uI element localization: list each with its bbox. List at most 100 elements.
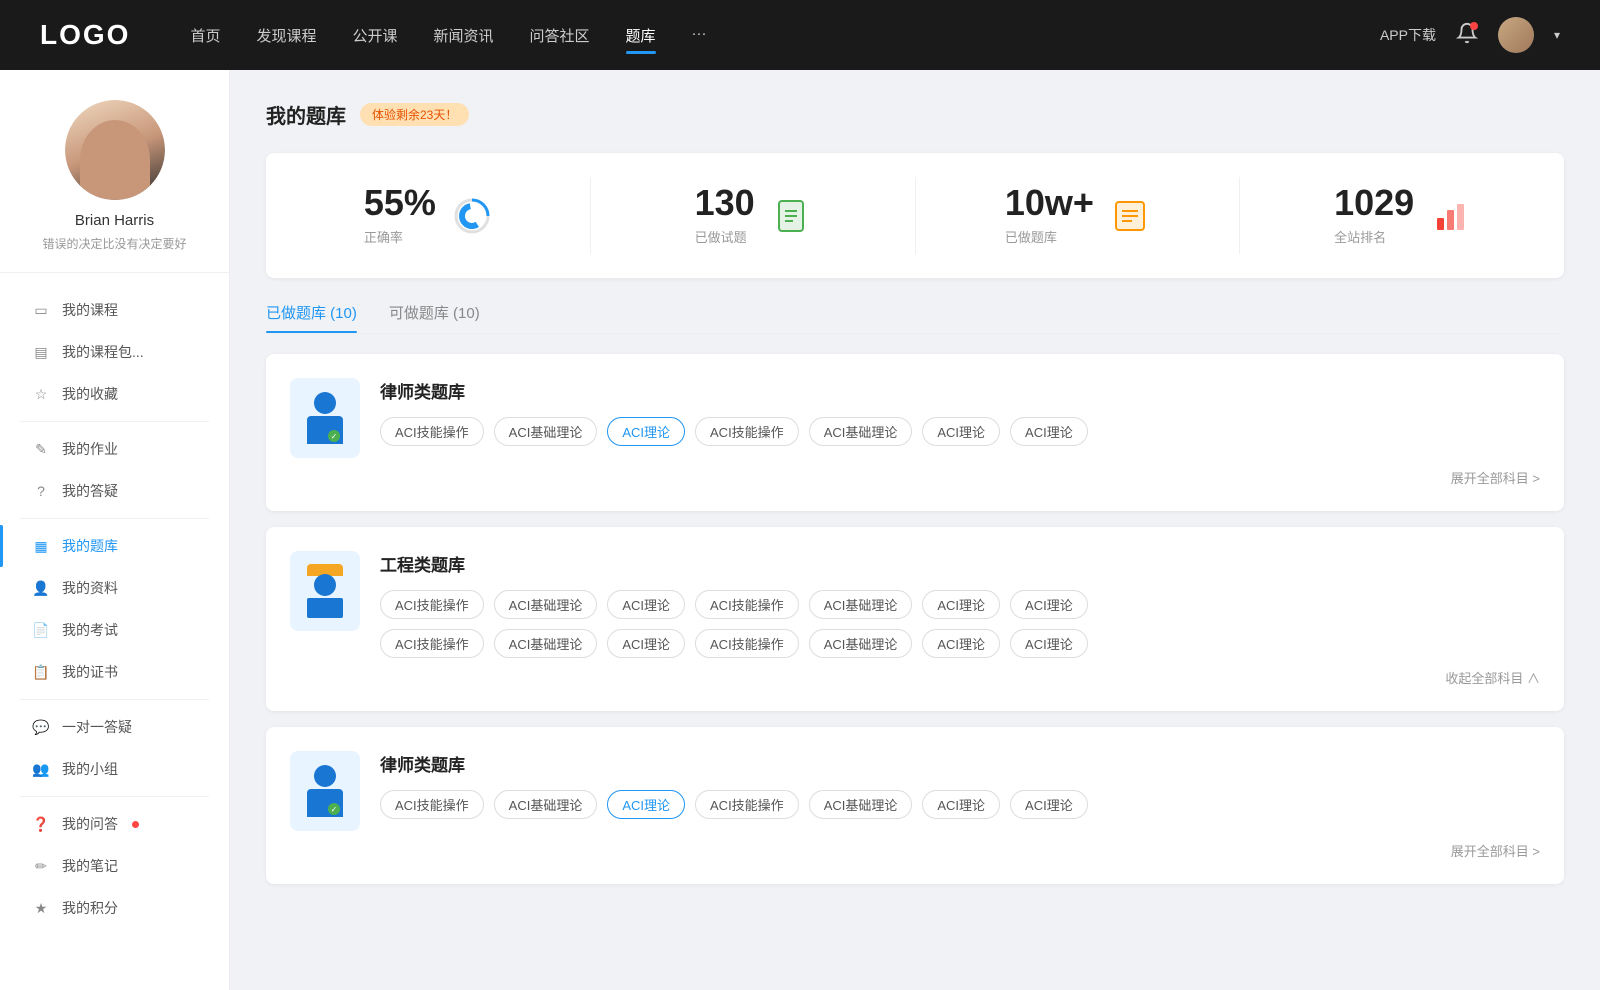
notification-dot-sidebar	[132, 821, 139, 828]
tab-可做题库 (10)[interactable]: 可做题库 (10)	[389, 302, 480, 333]
note-icon: ✏	[32, 857, 50, 875]
sidebar-item-package[interactable]: ▤ 我的课程包...	[0, 331, 229, 373]
qbank-tag[interactable]: ACI技能操作	[380, 629, 484, 658]
nav-links: 首页 发现课程 公开课 新闻资讯 问答社区 题库 ···	[190, 21, 1380, 50]
qbank-tag[interactable]: ACI基础理论	[809, 417, 913, 446]
qbank-card-0: ✓ 律师类题库 ACI技能操作ACI基础理论ACI理论ACI技能操作ACI基础理…	[266, 354, 1564, 511]
profile-avatar	[65, 100, 165, 200]
lawyer-icon: ✓	[307, 765, 343, 817]
engineer-icon	[307, 564, 343, 618]
qa-icon: ?	[32, 482, 50, 500]
stat-icon-pie	[452, 196, 492, 236]
qbank-tag[interactable]: ACI理论	[1010, 590, 1088, 619]
sidebar-menu: ▭我的课程▤我的课程包...☆我的收藏✎我的作业?我的答疑▦我的题库👤我的资料📄…	[0, 273, 229, 945]
sidebar-item-cert[interactable]: 📋我的证书	[0, 651, 229, 693]
stat-item-pie: 55% 正确率	[266, 177, 591, 254]
sidebar-item-star[interactable]: ☆我的收藏	[0, 373, 229, 415]
user-avatar[interactable]	[1498, 17, 1534, 53]
sidebar: Brian Harris 错误的决定比没有决定要好 ▭我的课程▤我的课程包...…	[0, 70, 230, 990]
expand-button[interactable]: 展开全部科目 >	[290, 468, 1540, 487]
qbank-tag[interactable]: ACI技能操作	[380, 790, 484, 819]
qbank-tag[interactable]: ACI理论	[1010, 629, 1088, 658]
sidebar-item-label: 我的答疑	[62, 481, 118, 501]
stat-text: 1029 全站排名	[1334, 185, 1414, 246]
qbank-tag[interactable]: ACI基础理论	[494, 590, 598, 619]
qbank-tag[interactable]: ACI技能操作	[695, 629, 799, 658]
sidebar-item-homework[interactable]: ✎我的作业	[0, 428, 229, 470]
sidebar-item-label: 我的考试	[62, 620, 118, 640]
qbank-tag[interactable]: ACI理论	[607, 629, 685, 658]
stat-value: 1029	[1334, 185, 1414, 221]
nav-right: APP下载 ▾	[1380, 17, 1560, 53]
page-title: 我的题库	[266, 100, 346, 129]
qbank-tags: ACI技能操作 ACI基础理论 ACI理论 ACI技能操作 ACI基础理论 ACI理论 AC…	[380, 590, 1540, 619]
stat-value: 130	[695, 185, 755, 221]
qbank-tag[interactable]: ACI基础理论	[494, 417, 598, 446]
sidebar-item-qbank[interactable]: ▦我的题库	[0, 525, 229, 567]
stat-label: 已做题库	[1005, 227, 1094, 246]
stat-value: 55%	[364, 185, 436, 221]
sidebar-item-qa[interactable]: ? 我的答疑	[0, 470, 229, 512]
sidebar-item-one-one[interactable]: 💬一对一答疑	[0, 706, 229, 748]
user-menu-chevron[interactable]: ▾	[1554, 28, 1560, 42]
tab-bar: 已做题库 (10) 可做题库 (10)	[266, 302, 1564, 334]
qbank-tag[interactable]: ACI理论	[607, 417, 685, 446]
stat-label: 已做试题	[695, 227, 755, 246]
qbank-tag[interactable]: ACI基础理论	[809, 629, 913, 658]
lawyer-icon: ✓	[307, 392, 343, 444]
qbank-tag[interactable]: ACI理论	[607, 790, 685, 819]
stat-label: 全站排名	[1334, 227, 1414, 246]
sidebar-item-label: 我的课程包...	[62, 342, 144, 362]
stat-value: 10w+	[1005, 185, 1094, 221]
qbank-tag[interactable]: ACI技能操作	[380, 590, 484, 619]
qbank-icon-wrap: ✓	[290, 378, 360, 458]
qbank-tags: ACI技能操作 ACI基础理论 ACI理论 ACI技能操作 ACI基础理论 ACI理论 AC…	[380, 417, 1540, 446]
qbank-tag[interactable]: ACI技能操作	[695, 590, 799, 619]
nav-link-题库[interactable]: 题库	[626, 21, 656, 50]
stat-icon-doclist	[1110, 196, 1150, 236]
qbank-info: 工程类题库 ACI技能操作ACI基础理论ACI理论ACI技能操作ACI基础理论A…	[380, 551, 1540, 658]
qbank-tag[interactable]: ACI基础理论	[809, 590, 913, 619]
sidebar-item-label: 我的收藏	[62, 384, 118, 404]
nav-link-公开课[interactable]: 公开课	[352, 21, 397, 50]
qbank-tag[interactable]: ACI理论	[1010, 417, 1088, 446]
qbank-tag[interactable]: ACI理论	[607, 590, 685, 619]
sidebar-item-label: 一对一答疑	[62, 717, 132, 737]
sidebar-item-exam[interactable]: 📄 我的考试	[0, 609, 229, 651]
sidebar-divider	[20, 796, 209, 797]
sidebar-item-points[interactable]: ★我的积分	[0, 887, 229, 929]
nav-link-发现课程[interactable]: 发现课程	[256, 21, 316, 50]
stat-item-doclist: 10w+ 已做题库	[916, 177, 1241, 254]
tab-已做题库 (10)[interactable]: 已做题库 (10)	[266, 302, 357, 333]
sidebar-item-material[interactable]: 👤我的资料	[0, 567, 229, 609]
material-icon: 👤	[32, 579, 50, 597]
exam-icon: 📄	[32, 621, 50, 639]
collapse-button[interactable]: 收起全部科目 ∧	[290, 668, 1540, 687]
sidebar-item-group[interactable]: 👥我的小组	[0, 748, 229, 790]
expand-button[interactable]: 展开全部科目 >	[290, 841, 1540, 860]
qbank-tag[interactable]: ACI基础理论	[809, 790, 913, 819]
nav-link-···[interactable]: ···	[692, 21, 707, 50]
nav-link-首页[interactable]: 首页	[190, 21, 220, 50]
nav-link-新闻资讯[interactable]: 新闻资讯	[434, 21, 494, 50]
qbank-tag[interactable]: ACI理论	[922, 790, 1000, 819]
qbank-tag[interactable]: ACI技能操作	[695, 790, 799, 819]
qbank-icon-wrap: ✓	[290, 751, 360, 831]
app-download-link[interactable]: APP下载	[1380, 25, 1436, 45]
cert-icon: 📋	[32, 663, 50, 681]
notification-bell[interactable]	[1456, 22, 1478, 49]
qbank-tag[interactable]: ACI理论	[1010, 790, 1088, 819]
sidebar-item-myqa[interactable]: ❓我的问答	[0, 803, 229, 845]
qbank-tag[interactable]: ACI技能操作	[695, 417, 799, 446]
package-icon: ▤	[32, 343, 50, 361]
qbank-tag[interactable]: ACI理论	[922, 629, 1000, 658]
nav-link-问答社区[interactable]: 问答社区	[530, 21, 590, 50]
sidebar-item-note[interactable]: ✏我的笔记	[0, 845, 229, 887]
qbank-tag[interactable]: ACI理论	[922, 590, 1000, 619]
sidebar-item-course[interactable]: ▭我的课程	[0, 289, 229, 331]
qbank-tag[interactable]: ACI技能操作	[380, 417, 484, 446]
qbank-tag[interactable]: ACI基础理论	[494, 790, 598, 819]
stat-item-doc: 130 已做试题	[591, 177, 916, 254]
qbank-tag[interactable]: ACI理论	[922, 417, 1000, 446]
qbank-tag[interactable]: ACI基础理论	[494, 629, 598, 658]
